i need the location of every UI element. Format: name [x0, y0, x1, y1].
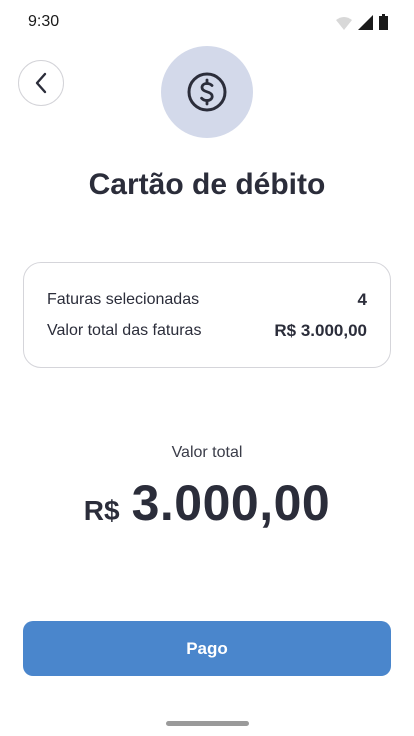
summary-label: Valor total das faturas [47, 322, 202, 339]
hero-icon-circle [161, 46, 253, 138]
total-amount-display: R$ 3.000,00 [0, 474, 414, 532]
status-icons [336, 14, 388, 30]
summary-row-invoices-total: Valor total das faturas R$ 3.000,00 [47, 321, 367, 341]
summary-value: 4 [357, 290, 367, 309]
status-time: 9:30 [28, 13, 60, 30]
home-indicator[interactable] [166, 721, 249, 726]
summary-row-selected-invoices: Faturas selecionadas 4 [47, 290, 367, 310]
status-bar: 9:30 [0, 0, 414, 44]
total-amount: 3.000,00 [131, 475, 331, 531]
wifi-icon [336, 17, 352, 30]
signal-icon [358, 15, 373, 30]
total-currency: R$ [83, 495, 120, 526]
total-caption: Valor total [171, 444, 243, 461]
battery-icon [379, 14, 388, 30]
paid-button[interactable]: Pago [23, 621, 391, 676]
chevron-left-icon [35, 72, 47, 94]
dollar-circle-icon [187, 72, 227, 112]
summary-label: Faturas selecionadas [47, 291, 200, 308]
summary-card: Faturas selecionadas 4 Valor total das f… [23, 262, 391, 368]
page-title: Cartão de débito [88, 168, 326, 201]
back-button[interactable] [18, 60, 64, 106]
summary-value: R$ 3.000,00 [274, 321, 367, 340]
